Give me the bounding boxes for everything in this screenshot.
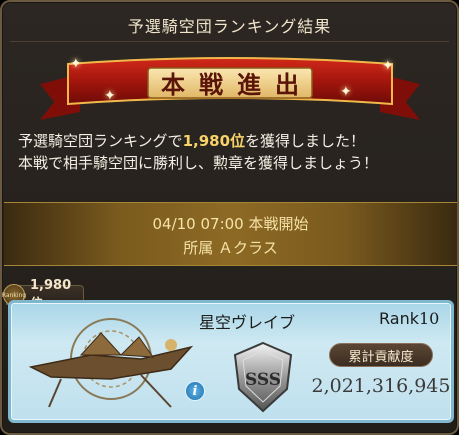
- result-message-line1: 予選騎空団ランキングで1,980位を獲得しました！: [18, 130, 448, 152]
- tier-badge-label: SSS: [245, 370, 281, 390]
- contribution-value: 2,021,316,945: [311, 375, 451, 397]
- dialog-title: 予選騎空団ランキング結果: [127, 16, 332, 36]
- tier-badge: SSS: [233, 341, 293, 413]
- battle-start-time: 04/10 07:00 本戦開始: [152, 215, 309, 233]
- ranking-result-dialog: 予選騎空団ランキング結果 本戦進出 ✦ ✦ ✦ ✦ 予選騎空団ランキングで1,9…: [0, 0, 459, 435]
- guild-name: 星空ヴレイブ: [199, 313, 296, 332]
- sparkle-icon: ✦: [70, 56, 82, 72]
- airship-emblem-icon: [28, 318, 194, 408]
- guild-rank-value: 10: [418, 309, 440, 328]
- advance-banner-label: 本戦進出: [161, 69, 313, 99]
- info-icon[interactable]: i: [185, 381, 205, 401]
- assigned-class: 所属 Ａクラス: [183, 239, 278, 257]
- result-message: 予選騎空団ランキングで1,980位を獲得しました！ 本戦で相手騎空団に勝利し、勲…: [18, 130, 448, 174]
- schedule-band: 04/10 07:00 本戦開始 所属 Ａクラス: [4, 202, 457, 266]
- guild-card[interactable]: i 星空ヴレイブ Rank10 SSS 累計貢献度 2,021,316,945: [8, 300, 454, 423]
- guild-rank: Rank10: [379, 309, 439, 328]
- sparkle-icon: ✦: [382, 58, 394, 74]
- contribution-label: 累計貢献度: [329, 343, 433, 367]
- sparkle-icon: ✦: [340, 84, 352, 100]
- sparkle-icon: ✦: [104, 88, 116, 104]
- message-prefix: 予選騎空団ランキングで: [18, 132, 183, 150]
- result-message-line2: 本戦で相手騎空団に勝利し、勲章を獲得しましょう！: [18, 154, 379, 172]
- advance-banner: 本戦進出 ✦ ✦ ✦ ✦: [40, 54, 420, 124]
- guild-rank-label: Rank: [379, 309, 419, 328]
- message-suffix: を獲得しました！: [245, 132, 366, 150]
- dialog-header: 予選騎空団ランキング結果: [10, 8, 449, 42]
- message-rank-highlight: 1,980位: [182, 132, 246, 150]
